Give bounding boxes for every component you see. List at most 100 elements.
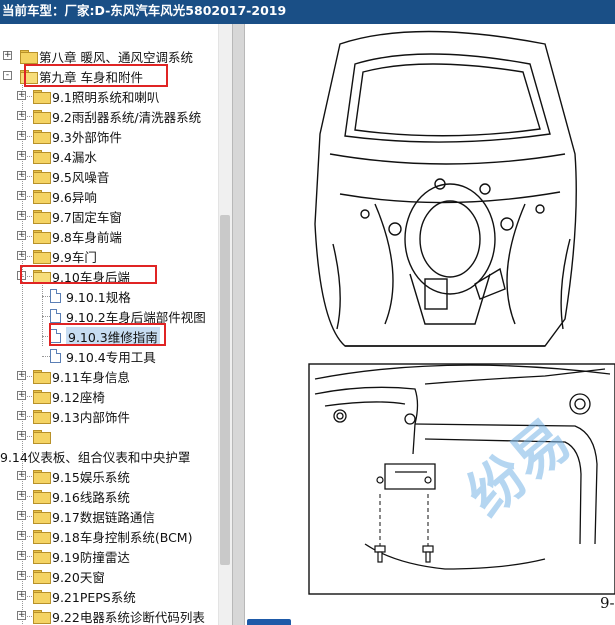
folder-icon [33, 550, 51, 564]
tree-item-label: 9.7固定车窗 [52, 209, 122, 225]
tree-guide-line [22, 96, 32, 97]
page-number: 9- [600, 594, 615, 612]
tree-item[interactable]: 9.20天窗 [33, 566, 105, 586]
tree-item-label: 9.6异响 [52, 189, 97, 205]
tree-item-label: 9.11车身信息 [52, 369, 130, 385]
tree-item[interactable]: 9.6异响 [33, 186, 97, 206]
folder-icon [33, 210, 51, 224]
tree-item-label: 9.21PEPS系统 [52, 589, 136, 605]
tree-item-label: 第八章 暖风、通风空调系统 [39, 49, 193, 65]
tree-guide-line [22, 136, 32, 137]
tree-guide-line [22, 236, 32, 237]
folder-icon [33, 230, 51, 244]
tree-guide-line [42, 356, 50, 357]
tree-item[interactable]: 第八章 暖风、通风空调系统 [20, 46, 193, 66]
tree-item-label: 9.18车身控制系统(BCM) [52, 529, 193, 545]
highlight-box-9-10-3 [49, 323, 166, 346]
folder-icon [33, 150, 51, 164]
folder-icon [33, 110, 51, 124]
tree-item-label: 9.1照明系统和喇叭 [52, 89, 160, 105]
folder-icon [33, 430, 51, 444]
tree-guide-line [22, 536, 32, 537]
folder-icon [33, 130, 51, 144]
collapse-icon[interactable]: - [3, 71, 12, 80]
tree-item-label: 9.12座椅 [52, 389, 105, 405]
tree-guide-line [22, 216, 32, 217]
folder-icon [20, 50, 38, 64]
folder-icon [33, 610, 51, 624]
folder-icon [33, 250, 51, 264]
pane-splitter[interactable] [232, 24, 245, 625]
tree-item[interactable]: 9.1照明系统和喇叭 [33, 86, 159, 106]
tree-item[interactable]: 9.22电器系统诊断代码列表 [33, 606, 205, 625]
folder-icon [33, 370, 51, 384]
tree-item[interactable]: 9.10.4专用工具 [50, 346, 156, 366]
tree-guide-line [42, 316, 50, 317]
page-icon [50, 349, 61, 363]
expand-icon[interactable]: + [3, 51, 12, 60]
tree-item[interactable]: 9.5风噪音 [33, 166, 109, 186]
tree-item[interactable]: 9.10.1规格 [50, 286, 131, 306]
tailgate-diagram [308, 30, 615, 595]
tree-item-label: 9.4漏水 [52, 149, 97, 165]
tree-item-label: 9.2雨刮器系统/清洗器系统 [52, 109, 202, 125]
folder-icon [33, 390, 51, 404]
tree-item-label: 9.15娱乐系统 [52, 469, 130, 485]
tree-item[interactable]: 9.3外部饰件 [33, 126, 122, 146]
tree-item[interactable]: 9.11车身信息 [33, 366, 130, 386]
tree-guide-line [22, 516, 32, 517]
tree-item[interactable]: 9.13内部饰件 [33, 406, 130, 426]
tree-guide-line [22, 616, 32, 617]
tree-guide-line [22, 176, 32, 177]
tree-item[interactable]: 9.2雨刮器系统/清洗器系统 [33, 106, 201, 126]
tree-guide-line [22, 556, 32, 557]
tree-item-label: 9.14仪表板、组合仪表和中央护罩 [0, 449, 191, 465]
viewer-toolbar-button[interactable] [247, 619, 291, 625]
tree-item[interactable]: 9.21PEPS系统 [33, 586, 136, 606]
tree-item[interactable]: 9.17数据链路通信 [33, 506, 155, 526]
tree-guide-line [22, 476, 32, 477]
tree-item[interactable]: 9.14仪表板、组合仪表和中央护罩 [0, 446, 190, 466]
highlight-box-chapter9 [24, 64, 168, 87]
tree-guide-line [42, 296, 50, 297]
tree-item[interactable]: 9.9车门 [33, 246, 97, 266]
tree-item[interactable]: 9.4漏水 [33, 146, 97, 166]
tree-item[interactable]: 9.15娱乐系统 [33, 466, 130, 486]
tree-item-label: 9.10.4专用工具 [66, 349, 156, 365]
tree-item[interactable]: 9.19防撞雷达 [33, 546, 130, 566]
tree-guide-line [22, 576, 32, 577]
tree-guide-line [22, 82, 23, 625]
tree-item[interactable]: 9.8车身前端 [33, 226, 122, 246]
folder-icon [33, 190, 51, 204]
tree-item[interactable] [33, 426, 52, 446]
page-icon [50, 289, 61, 303]
tree-item-label: 9.16线路系统 [52, 489, 130, 505]
tree-item[interactable]: 9.18车身控制系统(BCM) [33, 526, 192, 546]
tree-guide-line [22, 496, 32, 497]
tree-guide-line [22, 416, 32, 417]
tree-guide-line [22, 196, 32, 197]
tree-guide-line [22, 396, 32, 397]
folder-icon [33, 90, 51, 104]
folder-icon [33, 510, 51, 524]
tree-item[interactable]: 9.12座椅 [33, 386, 105, 406]
tree-item-label: 9.10.1规格 [66, 289, 131, 305]
page-icon [50, 309, 61, 323]
tree-item-label: 9.20天窗 [52, 569, 105, 585]
tree-item[interactable]: 9.7固定车窗 [33, 206, 122, 226]
tree-guide-line [22, 376, 32, 377]
tree-item-label: 9.19防撞雷达 [52, 549, 130, 565]
document-viewer[interactable]: 纷易 9- [245, 24, 615, 625]
folder-icon [33, 410, 51, 424]
tree-guide-line [22, 156, 32, 157]
tree-guide-line [22, 256, 32, 257]
tree-item-label: 9.17数据链路通信 [52, 509, 155, 525]
folder-icon [33, 490, 51, 504]
tree-item[interactable]: 9.16线路系统 [33, 486, 130, 506]
folder-icon [33, 470, 51, 484]
highlight-box-9-10 [20, 265, 157, 284]
tree-guide-line [22, 116, 32, 117]
tree-scrollbar-thumb[interactable] [220, 215, 230, 565]
folder-icon [33, 170, 51, 184]
folder-icon [33, 530, 51, 544]
